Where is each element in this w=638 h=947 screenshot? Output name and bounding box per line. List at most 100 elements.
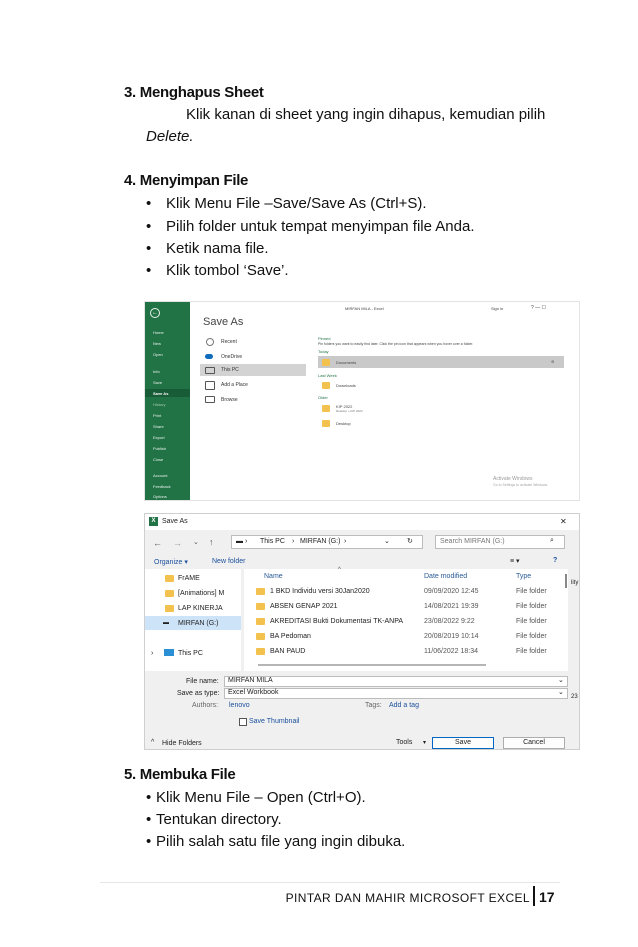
path-mirfan-drive[interactable]: MIRFAN (G:) (300, 538, 340, 545)
location-onedrive[interactable]: OneDrive (221, 354, 242, 360)
nav-item-export[interactable]: Export (153, 435, 165, 440)
nav-item-home[interactable]: Home (153, 330, 164, 335)
vertical-scrollbar[interactable] (565, 574, 567, 588)
save-thumbnail-label: Save Thumbnail (249, 718, 300, 725)
clock-icon (206, 338, 214, 346)
nav-item-open[interactable]: Open (153, 352, 163, 357)
nav-item-close[interactable]: Close (153, 457, 163, 462)
sign-in-link[interactable]: Sign in (491, 306, 503, 311)
path-this-pc[interactable]: This PC (260, 538, 285, 545)
chevron-down-icon[interactable]: ⌄ (558, 676, 564, 684)
tree-item-mirfan-drive[interactable]: MIRFAN (G:) (178, 620, 218, 627)
pin-icon[interactable]: ⊘ (551, 359, 554, 364)
cancel-button[interactable]: Cancel (503, 737, 565, 749)
nav-item-print[interactable]: Print (153, 413, 161, 418)
computer-icon (164, 649, 174, 656)
sort-up-icon: ^ (338, 567, 341, 573)
folder-downloads[interactable]: Downloads (336, 383, 356, 388)
tree-item-lap-kinerja[interactable]: LAP KINERJA (178, 605, 223, 612)
up-arrow-icon[interactable]: ↑ (209, 537, 214, 547)
search-box[interactable]: Search MIRFAN (G:) ⌕ (435, 535, 565, 549)
tree-item-animations[interactable]: [Animations] M (178, 590, 224, 597)
address-bar[interactable]: ▬ › This PC › MIRFAN (G:) › ⌄ ↻ (231, 535, 423, 549)
excel-icon: X (149, 517, 158, 526)
authors-label: Authors: (192, 702, 219, 709)
column-header-date[interactable]: Date modified (424, 573, 467, 580)
folder-icon (165, 590, 174, 597)
page-number: 17 (539, 889, 555, 905)
folder-icon (256, 618, 265, 625)
tools-menu[interactable]: Tools (396, 739, 412, 746)
computer-icon (205, 367, 215, 374)
organize-menu[interactable]: Organize ▾ (154, 558, 188, 566)
drive-icon: ▬ › (236, 538, 248, 545)
filename-input[interactable]: MIRFAN MILA ⌄ (224, 676, 568, 687)
activate-windows-title: Activate Windows (493, 476, 533, 482)
nav-item-options[interactable]: Options (153, 494, 167, 499)
location-recent[interactable]: Recent (221, 339, 237, 345)
chevron-down-icon[interactable]: ⌄ (384, 537, 390, 545)
tree-item-this-pc[interactable]: This PC (178, 650, 203, 657)
back-arrow-icon[interactable]: ← (150, 308, 160, 318)
nav-item-info[interactable]: Info (153, 369, 160, 374)
save-as-dialog-screenshot: X Save As ✕ ← → ⌄ ↑ ▬ › This PC › MIRFAN… (144, 513, 580, 750)
nav-item-history[interactable]: History (153, 402, 165, 407)
new-folder-button[interactable]: New folder (212, 558, 245, 565)
chevron-down-icon[interactable]: ⌄ (558, 688, 564, 696)
savetype-select[interactable]: Excel Workbook ⌄ (224, 688, 568, 699)
location-selected-highlight (200, 364, 306, 376)
location-browse[interactable]: Browse (221, 397, 238, 403)
chevron-down-icon[interactable]: ▾ (423, 739, 426, 746)
folder-icon (322, 359, 330, 366)
back-arrow-icon[interactable]: ← (153, 538, 162, 548)
nav-item-publish[interactable]: Publish (153, 446, 166, 451)
chevron-down-icon[interactable]: ⌄ (193, 538, 199, 546)
nav-item-save-as[interactable]: Save As (153, 391, 168, 396)
horizontal-scrollbar[interactable] (258, 664, 486, 666)
window-controls[interactable]: ? — ☐ (531, 305, 546, 311)
help-icon[interactable]: ? (553, 557, 557, 564)
nav-item-share[interactable]: Share (153, 424, 164, 429)
column-header-name[interactable]: Name (264, 573, 283, 580)
edge-text-23: 23 (571, 694, 578, 700)
excel-backstage-screenshot: ← Home New Open Info Save Save As Histor… (144, 301, 580, 501)
column-header-type[interactable]: Type (516, 573, 531, 580)
tags-input[interactable]: Add a tag (389, 702, 419, 709)
nav-item-new[interactable]: New (153, 341, 161, 346)
location-add-place[interactable]: Add a Place (221, 382, 248, 388)
tree-item-frame[interactable]: FrAME (178, 575, 200, 582)
folder-icon (322, 405, 330, 412)
folder-icon (165, 575, 174, 582)
today-label: Today (318, 349, 329, 354)
older-label: Older (318, 395, 328, 400)
backstage-nav-pane: ← Home New Open Info Save Save As Histor… (145, 302, 190, 500)
hide-folders-button[interactable]: Hide Folders (162, 740, 202, 747)
forward-arrow-icon[interactable]: → (173, 538, 182, 548)
view-options-icon[interactable]: ≡ ▾ (510, 557, 520, 565)
folder-desktop[interactable]: Desktop (336, 421, 351, 426)
nav-item-feedback[interactable]: Feedback (153, 484, 171, 489)
authors-value[interactable]: lenovo (229, 702, 250, 709)
chevron-up-icon[interactable]: ^ (151, 739, 154, 746)
save-thumbnail-checkbox[interactable] (239, 718, 247, 726)
folder-row-documents[interactable]: Documents ⊘ (318, 356, 564, 368)
pinned-label: Pinned (318, 336, 331, 341)
folder-icon (256, 633, 265, 640)
section-4-bullet-1: • Klik Menu File –Save/Save As (Ctrl+S). (146, 195, 427, 212)
save-button[interactable]: Save (432, 737, 494, 749)
search-input[interactable]: Search MIRFAN (G:) (440, 538, 505, 545)
filename-label: File name: (186, 678, 219, 685)
location-this-pc[interactable]: This PC (221, 367, 239, 373)
footer-title: PINTAR DAN MAHIR MICROSOFT EXCEL (285, 891, 530, 905)
nav-item-account[interactable]: Account (153, 473, 167, 478)
folder-icon (256, 648, 265, 655)
section-5-bullet-1: • Klik Menu File – Open (Ctrl+O). (146, 789, 366, 806)
nav-item-save[interactable]: Save (153, 380, 162, 385)
bullet-icon: • (146, 195, 152, 212)
footer-divider (533, 886, 535, 906)
folder-icon (165, 605, 174, 612)
close-icon[interactable]: ✕ (560, 517, 567, 526)
chevron-right-icon[interactable]: › (151, 650, 153, 657)
savetype-label: Save as type: (177, 690, 220, 697)
refresh-icon[interactable]: ↻ (407, 537, 413, 545)
